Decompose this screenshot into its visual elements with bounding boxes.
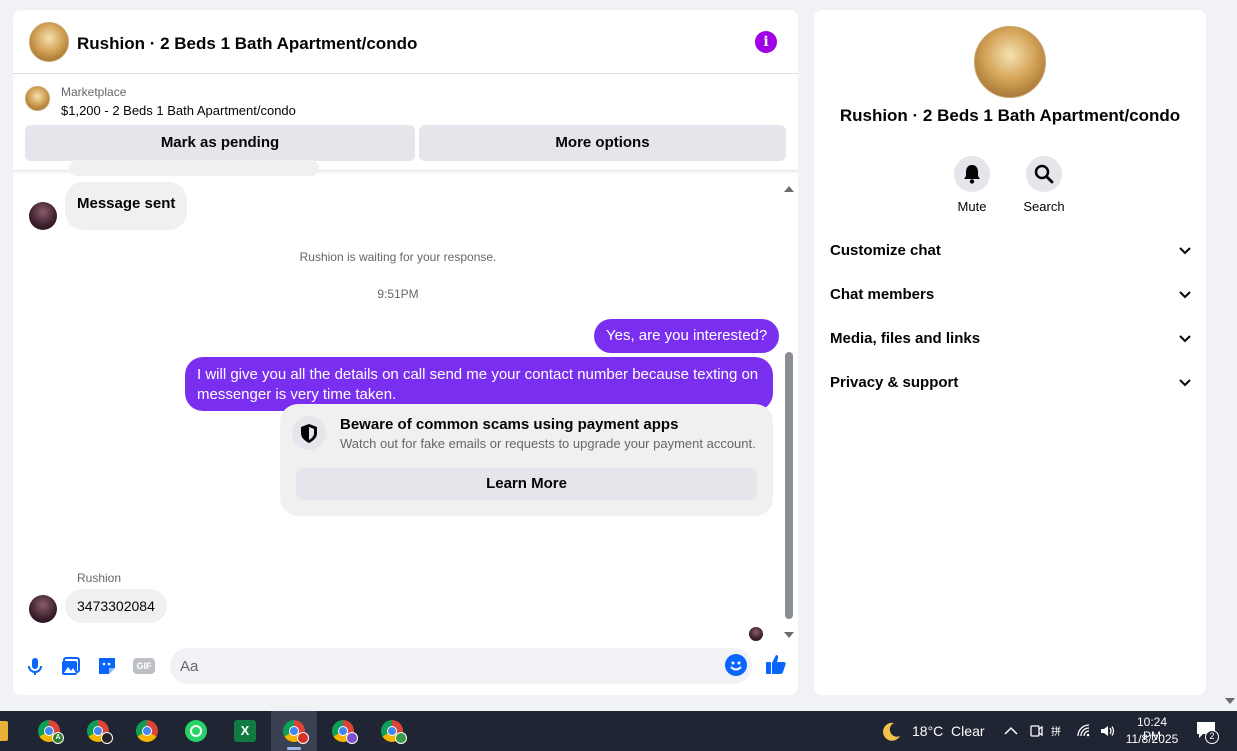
message-bubble-outgoing[interactable]: I will give you all the details on call … [185,357,773,411]
scroll-up-arrow-icon[interactable] [784,186,794,192]
waiting-notice: Rushion is waiting for your response. [299,250,497,264]
profile-badge: A [52,732,64,744]
more-options-button[interactable]: More options [419,125,786,161]
scrollbar-thumb[interactable] [785,352,793,619]
windows-taskbar: A X 18°C Clear 拼 10:24 PM 11/8/2025 2 [0,711,1237,751]
taskbar-chrome[interactable] [124,711,170,751]
taskbar-chrome-profile-red[interactable] [271,711,317,751]
sender-name: Rushion [77,571,122,585]
network-icon[interactable] [1076,723,1092,739]
scam-warning-title: Beware of common scams using payment app… [340,416,679,433]
sender-avatar[interactable] [29,202,57,230]
taskbar-whatsapp[interactable] [173,711,219,751]
microphone-icon[interactable] [24,655,46,677]
listing-source: Marketplace [61,85,127,99]
moon-icon[interactable] [879,720,903,744]
ime-language-icon[interactable]: 拼 [1050,723,1066,739]
profile-badge-icon [346,732,358,744]
learn-more-button[interactable]: Learn More [296,468,757,500]
message-timestamp: 9:51PM [377,287,419,301]
chat-panel: Rushion · 2 Beds 1 Bath Apartment/condo … [13,10,798,695]
chevron-down-icon [1179,379,1191,387]
photo-icon[interactable] [60,655,82,677]
section-label: Privacy & support [830,374,959,391]
search-icon [1034,164,1054,184]
sticker-icon[interactable] [96,655,118,677]
svg-text:拼: 拼 [1051,725,1061,738]
chevron-down-icon [1179,335,1191,343]
section-label: Customize chat [830,242,941,259]
taskbar-chrome-profile-a[interactable]: A [26,711,72,751]
listing-thumbnail[interactable] [25,86,50,111]
chat-header: Rushion · 2 Beds 1 Bath Apartment/condo … [13,10,798,74]
section-media-files-links[interactable]: Media, files and links [830,322,1192,358]
scam-warning-card: Beware of common scams using payment app… [280,404,773,516]
message-list[interactable]: Message sent Rushion is waiting for your… [13,160,798,641]
gif-icon[interactable]: GIF [133,658,155,674]
emoji-icon[interactable] [725,654,747,676]
meet-now-icon[interactable] [1028,723,1044,739]
chevron-up-icon[interactable] [1003,723,1019,739]
thumbs-up-icon[interactable] [764,652,788,676]
listing-avatar[interactable] [29,22,69,62]
profile-badge-icon [101,732,113,744]
sender-avatar[interactable] [29,595,57,623]
message-scrollbar[interactable] [783,172,795,638]
clipped-message-bubble [69,160,319,176]
section-customize-chat[interactable]: Customize chat [830,234,1192,270]
listing-profile-photo[interactable] [974,26,1046,98]
shield-icon [292,416,326,450]
clock-date[interactable]: 11/8/2025 [1124,732,1180,746]
search-label: Search [1023,199,1065,214]
mute-label: Mute [957,199,987,214]
details-title: Rushion · 2 Beds 1 Bath Apartment/condo [839,106,1181,125]
section-label: Media, files and links [830,330,981,347]
chat-title[interactable]: Rushion · 2 Beds 1 Bath Apartment/condo [77,34,417,54]
section-label: Chat members [830,286,935,303]
whatsapp-icon [185,720,207,742]
taskbar-excel[interactable]: X [222,711,268,751]
file-explorer-icon[interactable] [0,721,8,741]
taskbar-chrome-profile-green[interactable] [369,711,415,751]
info-icon[interactable]: i [755,31,777,53]
excel-icon: X [234,720,256,742]
message-bubble-outgoing[interactable]: Yes, are you interested? [594,319,780,353]
search-button[interactable]: Search [1014,156,1074,214]
profile-badge-icon [395,732,407,744]
listing-description[interactable]: $1,200 - 2 Beds 1 Bath Apartment/condo [61,103,296,118]
volume-icon[interactable] [1099,723,1115,739]
message-input[interactable] [170,648,752,684]
mark-as-pending-button[interactable]: Mark as pending [25,125,415,161]
scam-warning-subtitle: Watch out for fake emails or requests to… [340,436,756,451]
chevron-down-icon [1179,247,1191,255]
message-bubble-incoming[interactable]: 3473302084 [65,589,167,623]
bell-icon [964,165,980,184]
page-scroll-down-arrow-icon[interactable] [1225,698,1235,704]
taskbar-chrome-profile-purple[interactable] [320,711,366,751]
marketplace-listing-bar: Marketplace $1,200 - 2 Beds 1 Bath Apart… [13,75,798,171]
message-composer: GIF [13,638,798,695]
weather-text[interactable]: 18°C Clear [912,723,985,739]
chrome-icon [136,720,158,742]
chevron-down-icon [1179,291,1191,299]
conversation-details-panel: Rushion · 2 Beds 1 Bath Apartment/condo … [814,10,1206,695]
notification-count: 2 [1205,730,1219,744]
message-bubble-incoming[interactable]: Message sent [65,182,188,230]
profile-badge-icon [297,732,309,744]
mute-button[interactable]: Mute [942,156,1002,214]
notification-center-button[interactable]: 2 [1196,721,1220,744]
section-chat-members[interactable]: Chat members [830,278,1192,314]
section-privacy-support[interactable]: Privacy & support [830,366,1192,402]
taskbar-chrome-profile-2[interactable] [75,711,121,751]
